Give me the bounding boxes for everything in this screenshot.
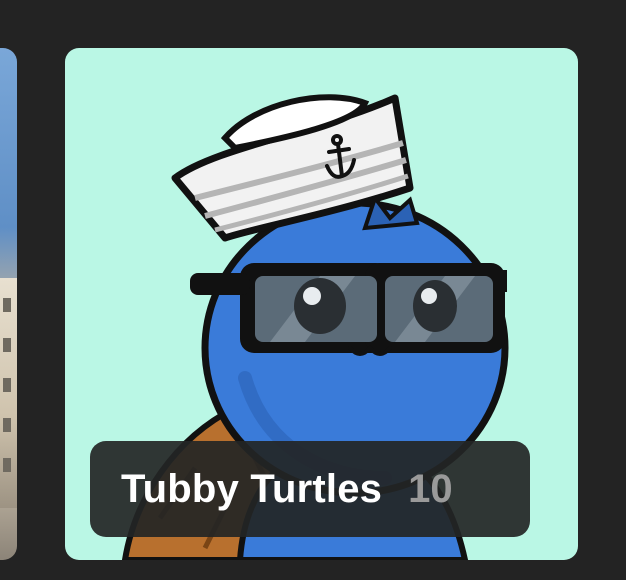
collection-item-count: 10 xyxy=(408,466,453,511)
collection-carousel: Tubby Turtles 10 xyxy=(0,0,626,580)
previous-collection-card[interactable] xyxy=(0,48,17,560)
previous-card-image xyxy=(0,278,17,508)
collection-label: Tubby Turtles 10 xyxy=(90,441,530,537)
collection-card[interactable]: Tubby Turtles 10 xyxy=(65,48,578,560)
collection-name: Tubby Turtles xyxy=(121,466,383,511)
